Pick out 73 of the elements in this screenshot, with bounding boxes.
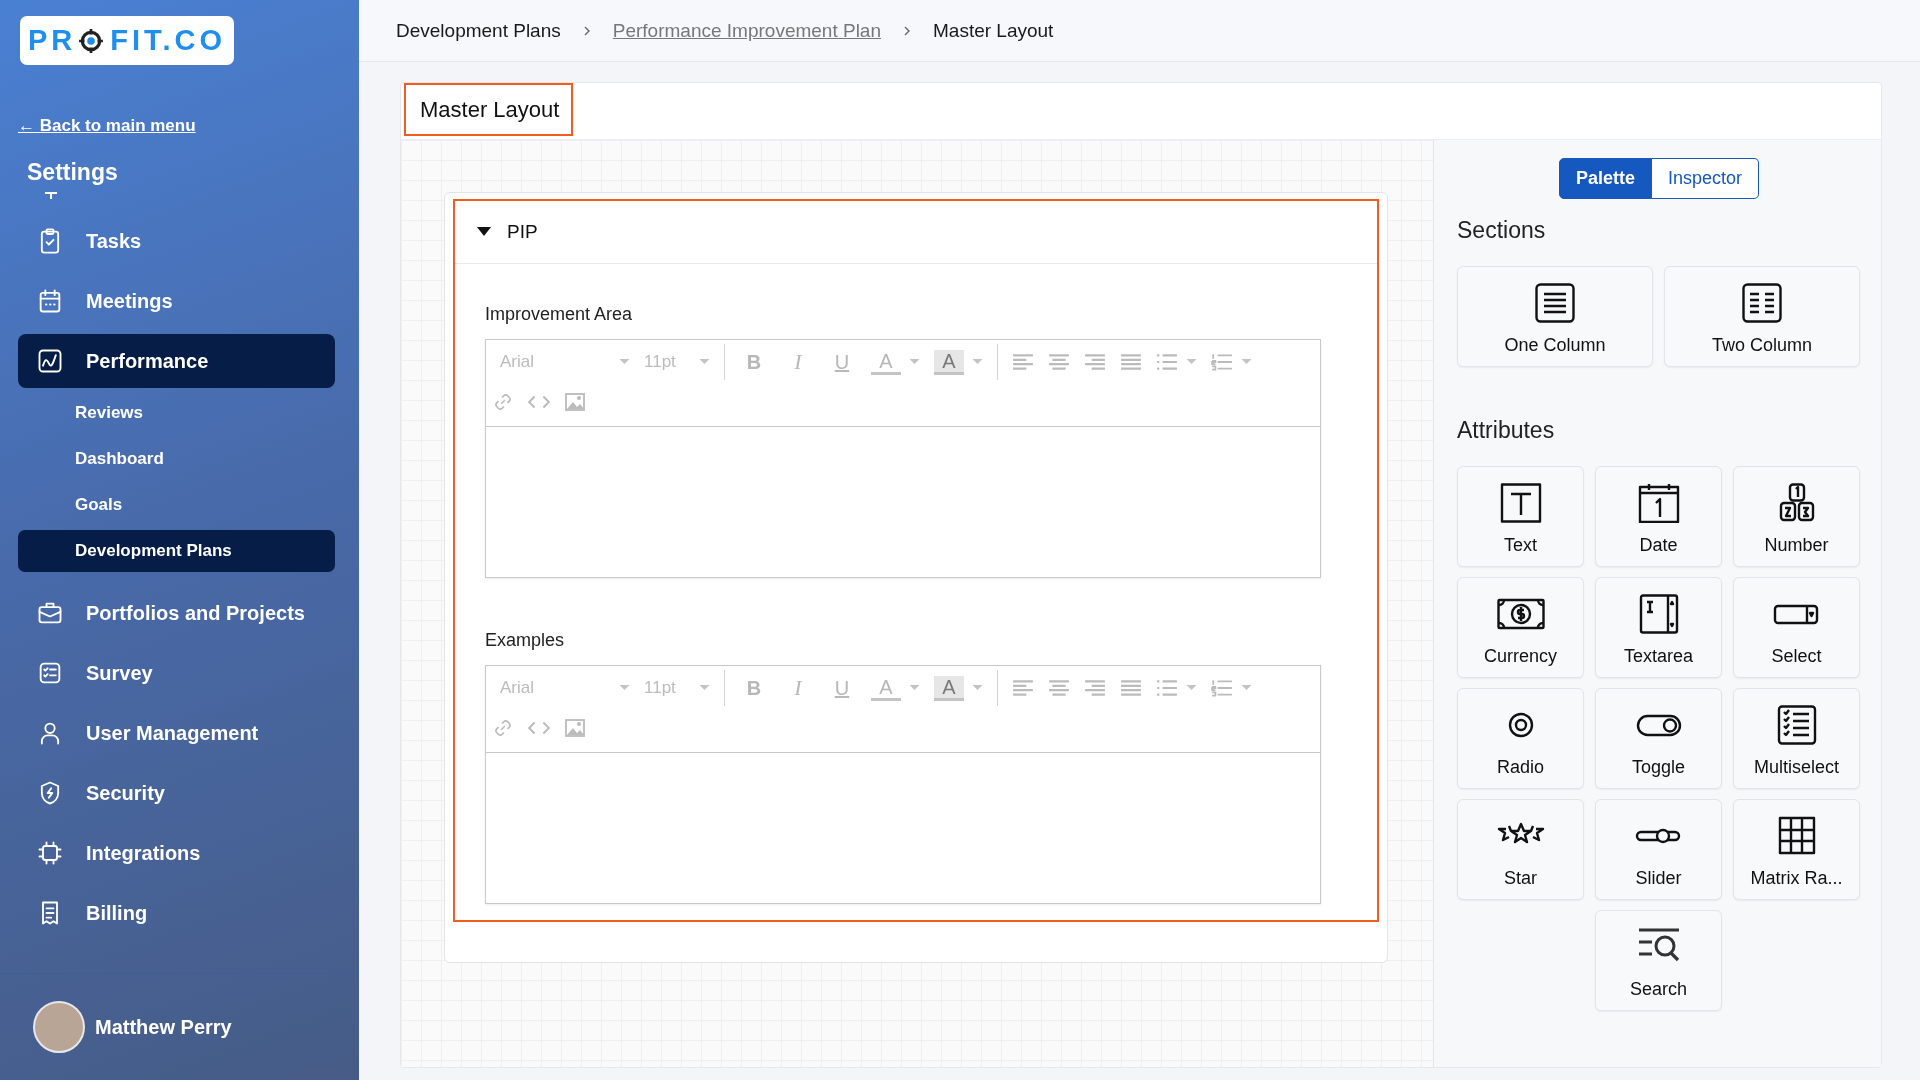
attributes-heading: Attributes — [1457, 417, 1556, 444]
palette-tile[interactable]: Matrix Ra... — [1733, 799, 1860, 900]
sidebar-heading: Settings — [27, 159, 119, 186]
palette-tile[interactable]: Search — [1595, 910, 1722, 1011]
palette-tile[interactable]: Toggle — [1595, 688, 1722, 789]
align-center-icon[interactable] — [1048, 353, 1070, 371]
palette-tile[interactable]: One Column — [1457, 266, 1653, 367]
panel-tab[interactable]: Palette — [1558, 158, 1652, 199]
text-area[interactable] — [486, 753, 1320, 903]
layout-title: Master Layout — [404, 83, 574, 136]
line-chart-icon — [36, 347, 64, 375]
palette-tile[interactable]: Text — [1457, 466, 1584, 567]
align-left-icon[interactable] — [1012, 353, 1034, 371]
field-label: Examples — [485, 630, 566, 651]
link-icon[interactable] — [492, 719, 514, 737]
logo[interactable]: PR FIT.CO — [20, 16, 234, 65]
sidebar-subitem[interactable]: Dashboard — [18, 438, 335, 480]
text-area[interactable] — [486, 427, 1320, 577]
palette-tile[interactable]: Currency — [1457, 577, 1584, 678]
sidebar-item[interactable]: Performance — [18, 334, 335, 388]
panel-tab[interactable]: Inspector — [1652, 158, 1760, 199]
palette-tile[interactable]: Number — [1733, 466, 1860, 567]
align-right-icon[interactable] — [1084, 353, 1106, 371]
sidebar-subitem[interactable]: Development Plans — [18, 530, 335, 572]
align-right-icon[interactable] — [1084, 679, 1106, 697]
bullet-list-icon[interactable] — [1156, 353, 1178, 371]
breadcrumb-item[interactable]: Master Layout — [933, 19, 1054, 42]
user-name: Matthew Perry — [95, 1015, 232, 1039]
sidebar-item[interactable]: Meetings — [18, 274, 335, 328]
code-icon[interactable] — [528, 393, 550, 411]
one-column-icon — [1535, 283, 1575, 323]
align-center-icon[interactable] — [1048, 679, 1070, 697]
align-left-icon[interactable] — [1012, 679, 1034, 697]
breadcrumb-item[interactable]: Development Plans — [396, 19, 561, 42]
code-icon[interactable] — [528, 719, 550, 737]
highlight-button[interactable]: A — [934, 675, 964, 701]
sidebar-item[interactable]: Portfolios and Projects — [18, 586, 335, 640]
chip-icon — [36, 839, 64, 867]
target-icon — [78, 27, 105, 54]
back-link[interactable]: ← Back to main menu — [18, 116, 359, 136]
justify-icon[interactable] — [1120, 353, 1142, 371]
chevron-right-icon — [582, 24, 591, 37]
two-column-icon — [1742, 283, 1782, 323]
palette-tile[interactable]: Radio — [1457, 688, 1584, 789]
image-icon[interactable] — [564, 719, 586, 737]
section-title: PIP — [507, 221, 538, 243]
field-label: Improvement Area — [485, 304, 634, 325]
sections-heading: Sections — [1457, 217, 1547, 244]
palette-tile[interactable]: Slider — [1595, 799, 1722, 900]
avatar[interactable] — [33, 1001, 85, 1053]
palette-tile[interactable]: Star — [1457, 799, 1584, 900]
sidebar-item[interactable]: Tasks — [18, 214, 335, 268]
palette-tile[interactable]: Textarea — [1595, 577, 1722, 678]
chevron-right-icon — [903, 24, 911, 37]
link-icon[interactable] — [492, 393, 514, 411]
numbered-list-icon[interactable] — [1211, 353, 1233, 371]
palette-tile[interactable]: Multiselect — [1733, 688, 1860, 789]
sidebar-item[interactable]: Survey — [18, 646, 335, 700]
sidebar-item[interactable]: Security — [18, 766, 335, 820]
bullet-list-icon[interactable] — [1156, 679, 1178, 697]
breadcrumb-link[interactable]: Performance Improvement Plan — [612, 19, 881, 42]
sidebar-item[interactable]: Integrations — [18, 826, 335, 880]
palette-tile[interactable]: Two Column — [1664, 266, 1860, 367]
justify-icon[interactable] — [1120, 679, 1142, 697]
sidebar-subitem[interactable]: Goals — [18, 484, 335, 526]
sidebar-item[interactable]: Billing — [18, 886, 335, 940]
sidebar-subitem[interactable]: Reviews — [18, 392, 335, 434]
image-icon[interactable] — [564, 393, 586, 411]
numbered-list-icon[interactable] — [1211, 679, 1233, 697]
sidebar-item[interactable]: User Management — [18, 706, 335, 760]
palette-tile[interactable]: Select — [1733, 577, 1860, 678]
palette-tile[interactable]: Date — [1595, 466, 1722, 567]
highlight-button[interactable]: A — [934, 349, 964, 375]
